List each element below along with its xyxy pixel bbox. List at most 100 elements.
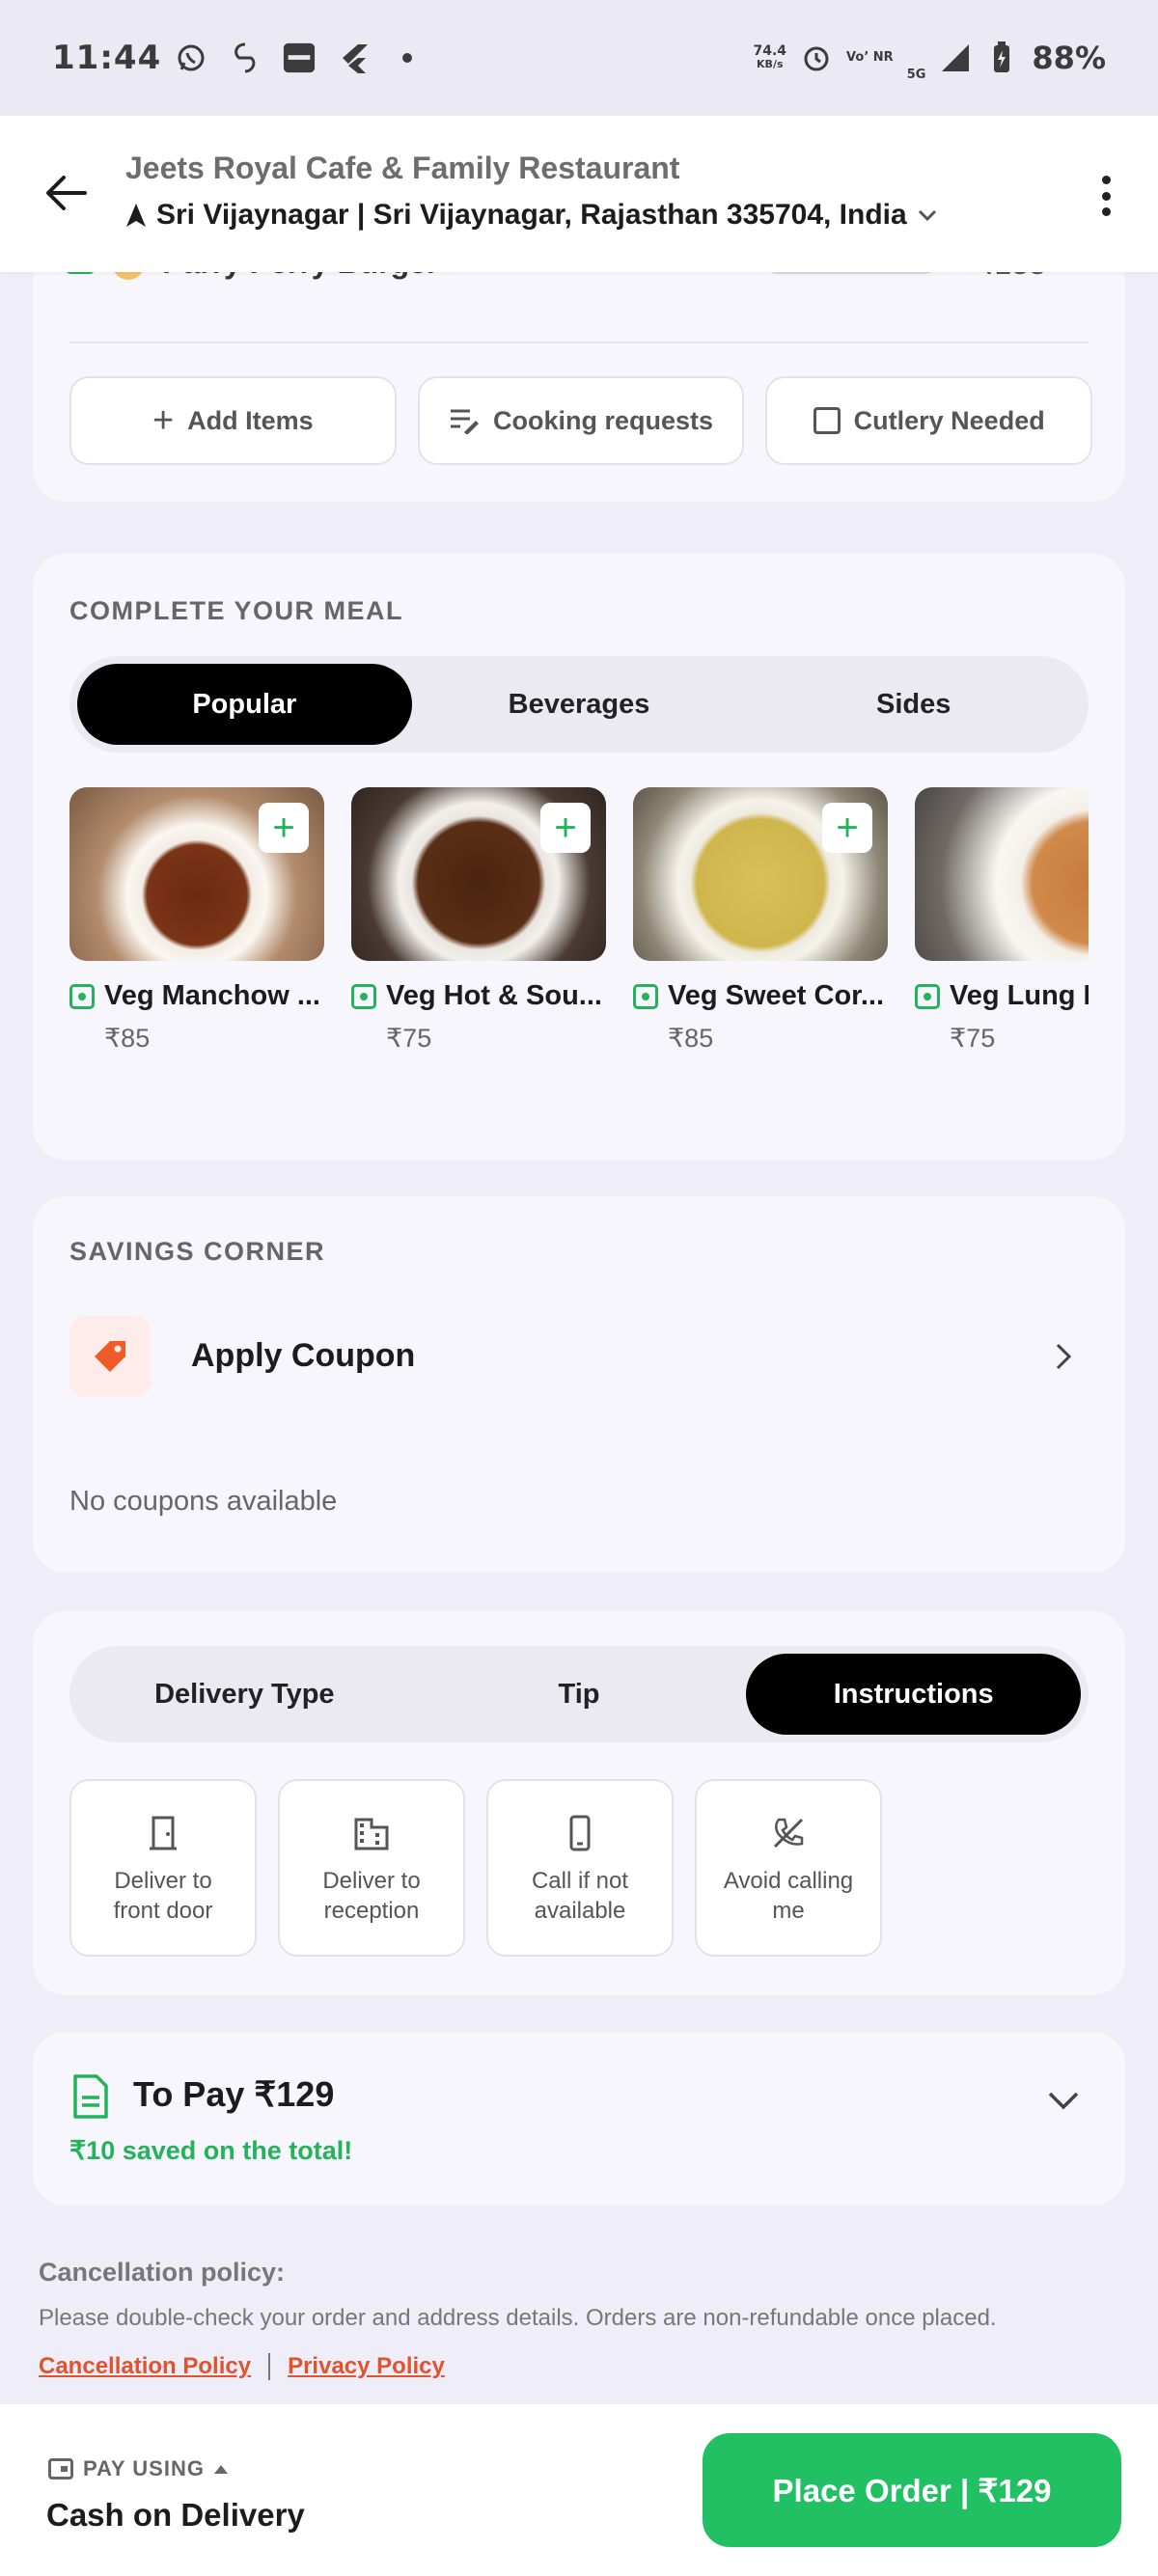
- meal-category-tabs: Popular Beverages Sides: [69, 656, 1089, 753]
- no-coupons-text: No coupons available: [69, 1486, 338, 1517]
- delivery-instructions: Deliver to front door Deliver to recepti…: [69, 1779, 882, 1957]
- add-button[interactable]: +: [822, 803, 872, 853]
- bill-icon: [73, 2074, 108, 2119]
- more-notifications-dot-icon: [391, 41, 424, 74]
- cutlery-needed-toggle[interactable]: Cutlery Needed: [765, 376, 1093, 465]
- phone-icon: [569, 1815, 591, 1851]
- meal-name: Veg Hot & Sou...: [386, 980, 602, 1011]
- network-speed-unit: KB/s: [757, 58, 784, 70]
- meal-price: ₹75: [950, 1024, 996, 1053]
- call-if-not-available-option[interactable]: Call if not available: [486, 1779, 674, 1957]
- tab-beverages[interactable]: Beverages: [412, 664, 747, 745]
- food-image: +: [69, 787, 324, 961]
- navigation-arrow-icon: [126, 204, 146, 227]
- food-image: [915, 787, 1089, 961]
- meal-item[interactable]: + Veg Hot & Sou... ₹75: [351, 787, 606, 1054]
- network-speed-value: 74.4: [753, 43, 787, 59]
- volte-indicator: Vo’ NR: [846, 50, 894, 65]
- status-notification-icons: [175, 41, 424, 74]
- battery-level: 88%: [1032, 40, 1106, 76]
- meal-name-row: Veg Manchow ...: [69, 980, 324, 1012]
- option-label: Call if not available: [531, 1868, 629, 1924]
- policy-links: Cancellation Policy Privacy Policy: [39, 2353, 1129, 2380]
- swiggy-icon: [229, 41, 262, 74]
- privacy-policy-link[interactable]: Privacy Policy: [288, 2353, 445, 2380]
- place-order-button[interactable]: Place Order | ₹129: [703, 2433, 1121, 2547]
- checkout-bar: PAY USING Cash on Delivery Place Order |…: [0, 2404, 1158, 2576]
- more-vert-icon: [1101, 191, 1111, 201]
- meal-item[interactable]: Veg Lung F ₹75: [915, 787, 1089, 1054]
- location-text: Sri Vijaynagar | Sri Vijaynagar, Rajasth…: [156, 199, 907, 231]
- tab-sides[interactable]: Sides: [746, 664, 1081, 745]
- more-options-button[interactable]: [1087, 172, 1125, 220]
- status-time: 11:44: [52, 39, 162, 77]
- apply-coupon-row[interactable]: Apply Coupon: [69, 1316, 1089, 1397]
- add-items-label: Add Items: [187, 405, 314, 435]
- meal-price: ₹85: [668, 1024, 714, 1053]
- more-vert-icon: [1101, 207, 1111, 216]
- food-image: +: [633, 787, 888, 961]
- food-image: +: [351, 787, 606, 961]
- option-label: Deliver to front door: [113, 1868, 213, 1924]
- cart-actions: + Add Items Cooking requests Cutlery Nee…: [69, 376, 1093, 465]
- plus-icon: +: [152, 400, 175, 441]
- restaurant-name: Jeets Royal Cafe & Family Restaurant: [125, 151, 680, 185]
- add-items-button[interactable]: + Add Items: [69, 376, 397, 465]
- chevron-down-icon[interactable]: [1046, 2086, 1081, 2115]
- tab-popular[interactable]: Popular: [77, 664, 412, 745]
- chevron-down-icon: [918, 209, 936, 222]
- option-label: Avoid calling me: [723, 1868, 854, 1924]
- deliver-reception-option[interactable]: Deliver to reception: [278, 1779, 465, 1957]
- meal-name: Veg Lung F: [950, 980, 1089, 1011]
- cancellation-policy-section: Cancellation policy: Please double-check…: [39, 2258, 1129, 2380]
- pay-using-selector[interactable]: PAY USING: [48, 2456, 228, 2481]
- meal-suggestions: + Veg Manchow ... ₹85 + Veg Hot & Sou...…: [69, 787, 1089, 1077]
- veg-indicator-icon: [351, 983, 376, 1009]
- network-speed: 74.4 KB/s: [754, 44, 787, 71]
- link-separator: [268, 2353, 271, 2380]
- no-call-icon: [773, 1818, 804, 1849]
- edit-notes-icon: [450, 409, 479, 434]
- meal-name: Veg Manchow ...: [104, 980, 320, 1011]
- signal-icon: [939, 41, 972, 74]
- deliver-front-door-option[interactable]: Deliver to front door: [69, 1779, 257, 1957]
- tab-delivery-type[interactable]: Delivery Type: [77, 1654, 412, 1735]
- tab-tip[interactable]: Tip: [412, 1654, 747, 1735]
- veg-indicator-icon: [69, 983, 95, 1009]
- back-button[interactable]: [42, 170, 96, 218]
- meal-item[interactable]: + Veg Manchow ... ₹85: [69, 787, 324, 1054]
- complete-meal-card: COMPLETE YOUR MEAL Popular Beverages Sid…: [33, 554, 1125, 1160]
- meal-name: Veg Sweet Cor...: [668, 980, 885, 1011]
- meal-price: ₹75: [386, 1024, 432, 1053]
- wallet-icon: [48, 2458, 73, 2480]
- cancellation-policy-link[interactable]: Cancellation Policy: [39, 2353, 251, 2380]
- veg-indicator-icon: [633, 983, 658, 1009]
- chevron-right-icon: [1056, 1343, 1072, 1370]
- complete-meal-title: COMPLETE YOUR MEAL: [69, 596, 404, 625]
- alarm-icon: [800, 41, 833, 74]
- location-selector[interactable]: Sri Vijaynagar | Sri Vijaynagar, Rajasth…: [125, 199, 938, 232]
- app-header: Jeets Royal Cafe & Family Restaurant Sri…: [0, 116, 1158, 272]
- tab-instructions[interactable]: Instructions: [746, 1654, 1082, 1735]
- to-pay-total: To Pay ₹129: [133, 2074, 335, 2114]
- savings-corner-title: SAVINGS CORNER: [69, 1237, 326, 1266]
- avoid-calling-option[interactable]: Avoid calling me: [695, 1779, 882, 1957]
- cancellation-text: Please double-check your order and addre…: [39, 2305, 997, 2331]
- building-icon: [354, 1818, 389, 1850]
- battery-charging-icon: [985, 41, 1018, 74]
- network-type: 5G: [906, 68, 926, 82]
- door-icon: [150, 1816, 177, 1850]
- paytm-icon: [283, 41, 316, 74]
- cooking-requests-button[interactable]: Cooking requests: [417, 376, 745, 465]
- to-pay-card[interactable]: To Pay ₹129 ₹10 saved on the total!: [33, 2032, 1125, 2206]
- checkbox-icon[interactable]: [813, 407, 841, 434]
- add-button[interactable]: +: [259, 803, 309, 853]
- caret-up-icon: [213, 2464, 228, 2474]
- arrow-left-icon: [46, 176, 87, 210]
- payment-method[interactable]: Cash on Delivery: [46, 2497, 305, 2534]
- flutter-app-icon: [337, 41, 370, 74]
- cancellation-heading: Cancellation policy:: [39, 2258, 286, 2287]
- add-button[interactable]: +: [540, 803, 591, 853]
- savings-corner-card: SAVINGS CORNER Apply Coupon No coupons a…: [33, 1196, 1125, 1573]
- meal-item[interactable]: + Veg Sweet Cor... ₹85: [633, 787, 888, 1054]
